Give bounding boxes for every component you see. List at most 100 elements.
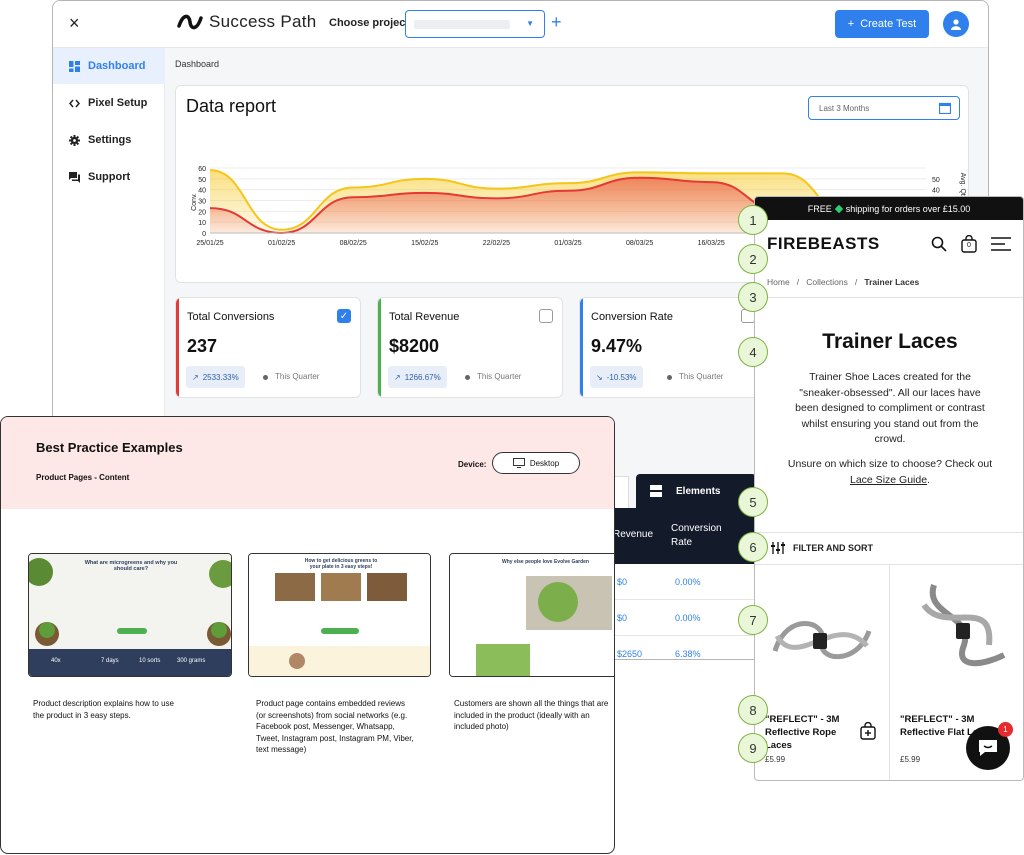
product-card-rope-laces[interactable]: "REFLECT" - 3M Reflective Rope Laces £5.… — [755, 565, 890, 780]
cell-revenue: $2650 — [617, 649, 643, 659]
cell-rate: 0.00% — [675, 577, 701, 587]
example-thumbnail-3[interactable]: Why else people love Evolve Garden — [449, 553, 614, 677]
breadcrumb-separator: / — [850, 277, 863, 287]
kpi-checkbox[interactable] — [539, 309, 553, 323]
kpi-value: $8200 — [389, 336, 440, 356]
sidebar-item-pixel-setup[interactable]: Pixel Setup — [53, 85, 165, 121]
x-tick-label: 08/02/25 — [340, 240, 367, 247]
x-tick-label: 08/03/25 — [626, 240, 653, 247]
device-toggle[interactable]: Desktop — [492, 452, 580, 474]
create-test-label: Create Test — [860, 18, 917, 30]
banner-prefix: FREE — [807, 203, 832, 214]
top-bar: × Success Path Choose project: ▼ + + Cre… — [53, 1, 988, 48]
col-conversion-rate-line1: Conversion — [671, 523, 722, 534]
add-to-cart-icon[interactable] — [860, 722, 876, 740]
plus-icon: + — [847, 18, 855, 30]
collection-title: Trainer Laces — [822, 330, 958, 353]
example-thumbnail-1[interactable]: What are microgreens and why you should … — [28, 553, 232, 677]
annotation-marker: 3 — [738, 282, 768, 312]
project-select-value — [414, 20, 510, 29]
trend-down-icon: ↘ — [596, 372, 603, 382]
kpi-change-badge: ↘ -10.53% — [590, 366, 643, 388]
y-tick-label: 50 — [198, 177, 206, 184]
kpi-card-total-conversions[interactable]: Total Conversions ✓ 237 ↗ 2533.33% This Q… — [175, 297, 361, 398]
kpi-card-conversion-rate[interactable]: Conversion Rate 9.47% ↘ -10.53% This Quar… — [579, 297, 765, 398]
cart-icon[interactable]: 0 — [961, 234, 977, 253]
search-icon[interactable] — [931, 236, 947, 252]
kpi-value: 9.47% — [591, 336, 643, 356]
breadcrumb[interactable]: Dashboard — [175, 59, 219, 69]
grid-icon — [69, 60, 80, 72]
sidebar-item-support[interactable]: Support — [53, 159, 165, 195]
kpi-card-total-revenue[interactable]: Total Revenue $8200 ↗ 1266.67% This Quart… — [377, 297, 563, 398]
kpi-change-badge: ↗ 1266.67% — [388, 366, 447, 388]
device-label: Device: — [458, 460, 487, 469]
period: . — [927, 473, 930, 486]
create-test-button[interactable]: + Create Test — [835, 10, 929, 38]
thumbnail-heading: How to get delicious greens to your plat… — [304, 558, 378, 570]
size-guide-note: Unsure on which size to choose? Check ou… — [787, 457, 993, 488]
product-price: £5.99 — [900, 755, 921, 764]
kpi-accent — [580, 298, 583, 397]
kpi-accent — [378, 298, 381, 397]
cell-rate: 6.38% — [675, 649, 701, 659]
col-revenue[interactable]: Revenue — [613, 529, 653, 540]
example-thumbnail-2[interactable]: How to get delicious greens to your plat… — [248, 553, 431, 677]
reviews-page-image — [249, 554, 430, 676]
kpi-change-badge: ↗ 2533.33% — [186, 366, 245, 388]
best-practice-panel: Best Practice Examples Product Pages - C… — [0, 416, 615, 854]
menu-icon[interactable] — [991, 237, 1011, 251]
best-practice-title: Best Practice Examples — [36, 440, 183, 455]
breadcrumb-home[interactable]: Home — [767, 277, 790, 287]
y-tick-label: 0 — [202, 231, 206, 238]
logo-text: Success Path — [209, 12, 317, 31]
divider — [755, 297, 1023, 298]
annotation-marker: 1 — [738, 205, 768, 235]
user-avatar[interactable] — [943, 11, 969, 37]
size-guide-link[interactable]: Lace Size Guide — [850, 474, 927, 486]
store-logo[interactable]: FIREBEASTS — [767, 234, 880, 254]
dot-icon — [465, 375, 470, 380]
thumbnail-stat: 40x — [51, 658, 61, 664]
add-project-icon[interactable]: + — [551, 12, 562, 33]
code-icon — [69, 99, 80, 107]
sidebar-item-settings[interactable]: Settings — [53, 122, 165, 158]
kpi-checkbox[interactable]: ✓ — [337, 309, 351, 323]
col-conversion-rate[interactable]: Conversion Rate — [671, 522, 722, 550]
kpi-title: Total Revenue — [389, 311, 460, 323]
chevron-down-icon: ▼ — [526, 19, 534, 28]
breadcrumb-collections[interactable]: Collections — [806, 277, 848, 287]
annotation-marker: 7 — [738, 605, 768, 635]
cell-revenue: $0 — [617, 613, 628, 623]
y-tick-label: 60 — [198, 166, 206, 173]
product-price: £5.99 — [765, 755, 786, 764]
tab-other[interactable] — [613, 476, 629, 508]
monitor-icon — [512, 458, 525, 468]
sidebar-item-dashboard[interactable]: Dashboard — [53, 48, 165, 84]
thumbnail-stat: 7 days — [101, 658, 119, 664]
sidebar-item-label: Dashboard — [88, 60, 146, 72]
chat-notification-badge: 1 — [998, 722, 1013, 737]
best-practice-header: Best Practice Examples Product Pages - C… — [1, 417, 614, 509]
kpi-title: Total Conversions — [187, 311, 275, 323]
annotation-marker: 2 — [738, 244, 768, 274]
filter-icon — [771, 542, 785, 554]
cell-rate: 0.00% — [675, 613, 701, 623]
shipping-banner: FREE shipping for orders over £15.00 — [755, 197, 1023, 220]
dot-icon — [667, 375, 672, 380]
app-logo[interactable]: Success Path — [177, 12, 317, 32]
kpi-title: Conversion Rate — [591, 311, 673, 323]
project-select[interactable]: ▼ — [405, 10, 545, 38]
cart-count: 0 — [967, 242, 971, 249]
example-caption-2: Product page contains embedded reviews (… — [256, 699, 414, 754]
filter-and-sort-button[interactable]: FILTER AND SORT — [771, 542, 873, 554]
close-icon[interactable]: × — [69, 13, 80, 34]
annotation-marker: 6 — [738, 532, 768, 562]
kpi-period: This Quarter — [275, 372, 320, 381]
annotation-marker: 4 — [738, 337, 768, 367]
annotation-marker: 5 — [738, 487, 768, 517]
size-guide-prompt: Unsure on which size to choose? Check ou… — [787, 458, 993, 470]
sidebar-item-label: Pixel Setup — [88, 97, 148, 109]
product-name[interactable]: "REFLECT" - 3M Reflective Rope Laces — [765, 713, 865, 752]
kpi-accent — [176, 298, 179, 397]
